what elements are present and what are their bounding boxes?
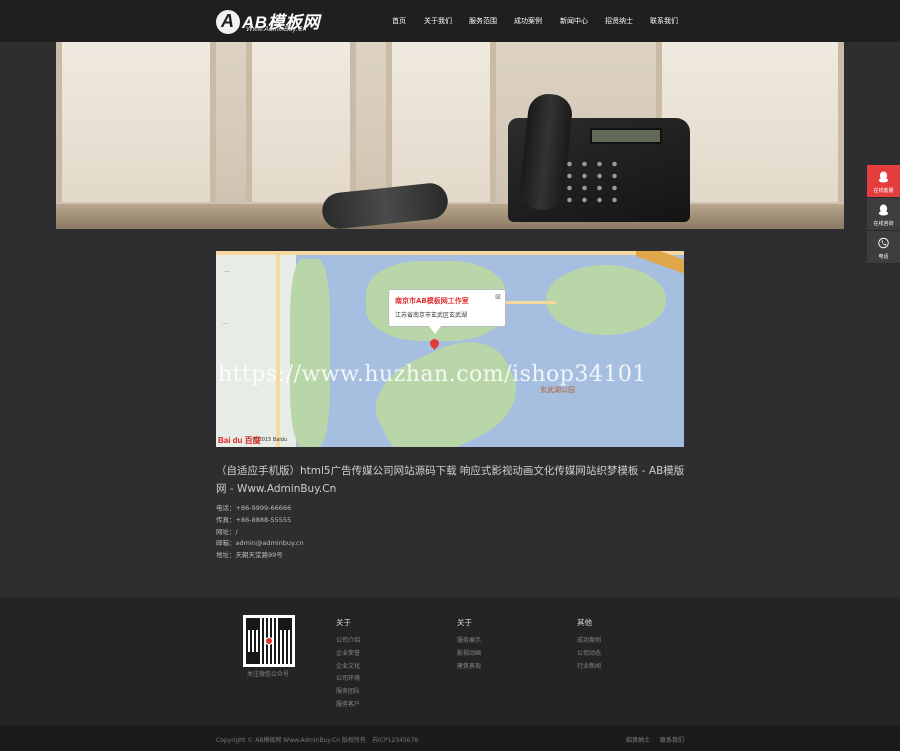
side-float-bar: 在线客服 在线咨询 电话	[867, 165, 900, 264]
map-info-popup: 南京市AB模板网工作室 江苏省南京市玄武区玄武湖 ⊠	[388, 289, 506, 334]
banner-window	[386, 42, 496, 202]
footer-column-title: 其他	[577, 618, 592, 627]
icp-link[interactable]: 苏ICP12345678	[372, 735, 418, 744]
contact-email: 邮箱：admin@adminbuy.cn	[216, 539, 304, 548]
footer-column-services: 关于 服务展示 影视动画 建筑表现	[457, 617, 481, 673]
phone-icon	[878, 237, 889, 249]
footer-link[interactable]: 影视动画	[457, 648, 481, 661]
footer-link[interactable]: 成功案例	[577, 635, 601, 648]
side-label: 在线客服	[873, 188, 894, 194]
map-road	[276, 251, 280, 447]
footer-column-title: 关于	[457, 618, 472, 627]
map-park	[290, 259, 330, 447]
nav-home[interactable]: 首页	[392, 16, 406, 26]
side-phone-button[interactable]: 电话	[867, 231, 900, 264]
footer-column-other: 其他 成功案例 公司动态 行业新闻	[577, 617, 601, 673]
side-label: 在线咨询	[873, 221, 894, 227]
footer-column-title: 关于	[336, 618, 351, 627]
banner-window	[246, 42, 356, 202]
qq-icon	[878, 171, 889, 183]
side-online-service-button[interactable]: 在线客服	[867, 165, 900, 198]
map-road	[216, 251, 684, 255]
nav-news[interactable]: 新闻中心	[560, 16, 588, 26]
side-label: 电话	[878, 254, 889, 260]
qr-caption: 关注微信公众号	[247, 671, 290, 678]
nav-contact[interactable]: 联系我们	[650, 16, 678, 26]
phone-screen-shape	[590, 128, 662, 144]
bottom-link-jobs[interactable]: 招贤纳士	[626, 735, 650, 744]
qq-icon	[878, 204, 889, 216]
contact-phone: 电话：+86-9999-66666	[216, 504, 292, 512]
footer-column-about: 关于 公司介绍 企业荣誉 企业文化 公司环境 服务团队 服务客户	[336, 617, 360, 712]
footer-link[interactable]: 服务客户	[336, 699, 360, 712]
contact-address: 地址：天朝天堂路99号	[216, 551, 283, 560]
bottom-bar: Copyright © AB模板网 Www.AdminBuy.Cn 版权所有 苏…	[0, 726, 900, 751]
site-logo[interactable]: AB模板网 Www.AdminBuy.Cn	[216, 8, 346, 36]
contact-fax: 传真：+86-8888-55555	[216, 515, 292, 524]
map-land	[216, 251, 296, 447]
logo-badge-icon	[216, 10, 240, 34]
footer-link[interactable]: 公司环境	[336, 673, 360, 686]
watermark-text: https://www.huzhan.com/ishop34101	[218, 362, 647, 387]
footer-link[interactable]: 服务团队	[336, 686, 360, 699]
banner-window	[56, 42, 216, 202]
footer-link[interactable]: 公司介绍	[336, 635, 360, 648]
map-popup-address: 江苏省南京市玄武区玄武湖	[395, 312, 468, 319]
nav-jobs[interactable]: 招贤纳士	[605, 16, 633, 26]
logo-subtitle: Www.AdminBuy.Cn	[246, 26, 307, 33]
phone-keypad-shape	[562, 158, 622, 208]
map-island	[546, 265, 666, 335]
banner-desk	[56, 204, 844, 229]
copyright-text: Copyright © AB模板网 Www.AdminBuy.Cn 版权所有	[216, 737, 366, 744]
site-footer: 关注微信公众号 关于 公司介绍 企业荣誉 企业文化 公司环境 服务团队 服务客户…	[0, 597, 900, 726]
banner-image	[56, 42, 844, 229]
nav-about[interactable]: 关于我们	[424, 16, 452, 26]
nav-cases[interactable]: 成功案例	[514, 16, 542, 26]
nav-services[interactable]: 服务范围	[469, 16, 497, 26]
footer-link[interactable]: 企业文化	[336, 661, 360, 674]
footer-link[interactable]: 行业新闻	[577, 661, 601, 674]
bottom-link-contact[interactable]: 联系我们	[660, 735, 684, 744]
baidu-map[interactable]: ···· ···· 南京市AB模板网工作室 江苏省南京市玄武区玄武湖 ⊠ 玄武湖…	[216, 251, 684, 447]
contact-info: 电话：+86-9999-66666 传真：+86-8888-55555 网址：/…	[216, 503, 304, 562]
site-header: AB模板网 Www.AdminBuy.Cn 首页 关于我们 服务范围 成功案例 …	[0, 0, 900, 42]
map-popup-title: 南京市AB模板网工作室	[395, 297, 469, 305]
footer-link[interactable]: 企业荣誉	[336, 648, 360, 661]
side-consult-button[interactable]: 在线咨询	[867, 198, 900, 231]
qr-code-icon	[243, 615, 295, 667]
footer-link[interactable]: 服务展示	[457, 635, 481, 648]
page-title: （自适应手机版）html5广告传媒公司网站源码下载 响应式影视动画文化传媒网站织…	[216, 465, 685, 495]
footer-link[interactable]: 公司动态	[577, 648, 601, 661]
close-icon[interactable]: ⊠	[495, 293, 501, 301]
contact-website: 网址：/	[216, 527, 238, 536]
footer-link[interactable]: 建筑表现	[457, 661, 481, 674]
map-copyright: © 2015 Baidu	[252, 437, 288, 443]
